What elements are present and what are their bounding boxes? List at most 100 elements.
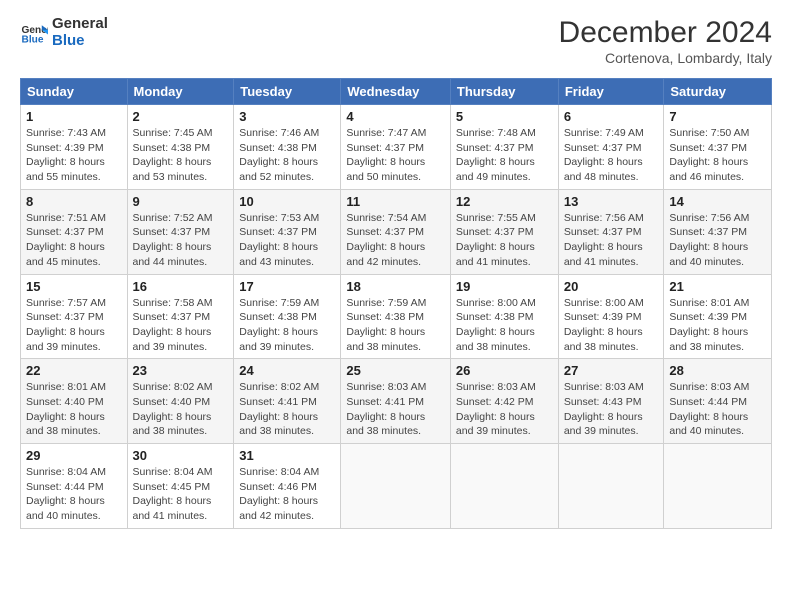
day-info: Sunrise: 7:56 AM Sunset: 4:37 PM Dayligh… bbox=[564, 211, 659, 270]
logo-icon: General Blue bbox=[20, 19, 48, 47]
calendar-cell: 7 Sunrise: 7:50 AM Sunset: 4:37 PM Daylig… bbox=[664, 105, 772, 190]
calendar-cell: 14 Sunrise: 7:56 AM Sunset: 4:37 PM Dayli… bbox=[664, 189, 772, 274]
calendar-cell: 22 Sunrise: 8:01 AM Sunset: 4:40 PM Dayli… bbox=[21, 359, 128, 444]
calendar-body: 1 Sunrise: 7:43 AM Sunset: 4:39 PM Daylig… bbox=[21, 105, 772, 529]
day-number: 24 bbox=[239, 363, 335, 378]
calendar-cell: 27 Sunrise: 8:03 AM Sunset: 4:43 PM Dayli… bbox=[558, 359, 664, 444]
calendar-cell: 1 Sunrise: 7:43 AM Sunset: 4:39 PM Daylig… bbox=[21, 105, 128, 190]
day-number: 7 bbox=[669, 109, 766, 124]
calendar-table: Sunday Monday Tuesday Wednesday Thursday… bbox=[20, 78, 772, 529]
day-info: Sunrise: 7:57 AM Sunset: 4:37 PM Dayligh… bbox=[26, 296, 122, 355]
day-number: 27 bbox=[564, 363, 659, 378]
day-number: 23 bbox=[133, 363, 229, 378]
day-number: 14 bbox=[669, 194, 766, 209]
day-number: 6 bbox=[564, 109, 659, 124]
col-wednesday: Wednesday bbox=[341, 79, 451, 105]
day-info: Sunrise: 7:58 AM Sunset: 4:37 PM Dayligh… bbox=[133, 296, 229, 355]
day-number: 21 bbox=[669, 279, 766, 294]
week-row-5: 29Sunrise: 8:04 AM Sunset: 4:44 PM Dayli… bbox=[21, 444, 772, 529]
day-number: 11 bbox=[346, 194, 445, 209]
location: Cortenova, Lombardy, Italy bbox=[559, 50, 772, 66]
day-number: 17 bbox=[239, 279, 335, 294]
col-sunday: Sunday bbox=[21, 79, 128, 105]
calendar-cell: 29Sunrise: 8:04 AM Sunset: 4:44 PM Dayli… bbox=[21, 444, 128, 529]
week-row-3: 15 Sunrise: 7:57 AM Sunset: 4:37 PM Dayli… bbox=[21, 274, 772, 359]
calendar-cell bbox=[558, 444, 664, 529]
weekday-header-row: Sunday Monday Tuesday Wednesday Thursday… bbox=[21, 79, 772, 105]
day-number: 30 bbox=[133, 448, 229, 463]
day-info: Sunrise: 8:02 AM Sunset: 4:41 PM Dayligh… bbox=[239, 380, 335, 439]
day-number: 12 bbox=[456, 194, 553, 209]
day-number: 10 bbox=[239, 194, 335, 209]
calendar-cell: 13Sunrise: 7:56 AM Sunset: 4:37 PM Dayli… bbox=[558, 189, 664, 274]
calendar-cell: 23 Sunrise: 8:02 AM Sunset: 4:40 PM Dayli… bbox=[127, 359, 234, 444]
col-saturday: Saturday bbox=[664, 79, 772, 105]
day-info: Sunrise: 7:43 AM Sunset: 4:39 PM Dayligh… bbox=[26, 126, 122, 185]
calendar-cell: 10Sunrise: 7:53 AM Sunset: 4:37 PM Dayli… bbox=[234, 189, 341, 274]
day-info: Sunrise: 8:00 AM Sunset: 4:38 PM Dayligh… bbox=[456, 296, 553, 355]
calendar-cell: 11 Sunrise: 7:54 AM Sunset: 4:37 PM Dayli… bbox=[341, 189, 451, 274]
day-info: Sunrise: 8:00 AM Sunset: 4:39 PM Dayligh… bbox=[564, 296, 659, 355]
day-number: 28 bbox=[669, 363, 766, 378]
calendar-cell: 9 Sunrise: 7:52 AM Sunset: 4:37 PM Daylig… bbox=[127, 189, 234, 274]
day-number: 16 bbox=[133, 279, 229, 294]
day-info: Sunrise: 8:03 AM Sunset: 4:42 PM Dayligh… bbox=[456, 380, 553, 439]
day-info: Sunrise: 7:46 AM Sunset: 4:38 PM Dayligh… bbox=[239, 126, 335, 185]
calendar-cell: 30Sunrise: 8:04 AM Sunset: 4:45 PM Dayli… bbox=[127, 444, 234, 529]
calendar-cell: 4Sunrise: 7:47 AM Sunset: 4:37 PM Daylig… bbox=[341, 105, 451, 190]
calendar-page: General Blue General Blue December 2024 … bbox=[0, 0, 792, 612]
calendar-cell: 20 Sunrise: 8:00 AM Sunset: 4:39 PM Dayli… bbox=[558, 274, 664, 359]
day-number: 15 bbox=[26, 279, 122, 294]
calendar-cell: 5Sunrise: 7:48 AM Sunset: 4:37 PM Daylig… bbox=[450, 105, 558, 190]
day-info: Sunrise: 7:45 AM Sunset: 4:38 PM Dayligh… bbox=[133, 126, 229, 185]
day-number: 19 bbox=[456, 279, 553, 294]
day-number: 26 bbox=[456, 363, 553, 378]
day-info: Sunrise: 7:49 AM Sunset: 4:37 PM Dayligh… bbox=[564, 126, 659, 185]
svg-text:Blue: Blue bbox=[22, 34, 44, 45]
calendar-cell bbox=[664, 444, 772, 529]
day-number: 25 bbox=[346, 363, 445, 378]
day-number: 18 bbox=[346, 279, 445, 294]
day-info: Sunrise: 7:56 AM Sunset: 4:37 PM Dayligh… bbox=[669, 211, 766, 270]
calendar-cell: 28 Sunrise: 8:03 AM Sunset: 4:44 PM Dayli… bbox=[664, 359, 772, 444]
day-info: Sunrise: 7:52 AM Sunset: 4:37 PM Dayligh… bbox=[133, 211, 229, 270]
week-row-4: 22 Sunrise: 8:01 AM Sunset: 4:40 PM Dayli… bbox=[21, 359, 772, 444]
calendar-cell: 31Sunrise: 8:04 AM Sunset: 4:46 PM Dayli… bbox=[234, 444, 341, 529]
logo-general: General bbox=[52, 16, 108, 33]
calendar-cell: 21Sunrise: 8:01 AM Sunset: 4:39 PM Dayli… bbox=[664, 274, 772, 359]
calendar-cell: 2Sunrise: 7:45 AM Sunset: 4:38 PM Daylig… bbox=[127, 105, 234, 190]
day-number: 3 bbox=[239, 109, 335, 124]
day-info: Sunrise: 8:03 AM Sunset: 4:44 PM Dayligh… bbox=[669, 380, 766, 439]
day-info: Sunrise: 7:54 AM Sunset: 4:37 PM Dayligh… bbox=[346, 211, 445, 270]
day-info: Sunrise: 8:04 AM Sunset: 4:46 PM Dayligh… bbox=[239, 465, 335, 524]
day-info: Sunrise: 7:59 AM Sunset: 4:38 PM Dayligh… bbox=[239, 296, 335, 355]
col-thursday: Thursday bbox=[450, 79, 558, 105]
logo-blue: Blue bbox=[52, 33, 108, 50]
col-friday: Friday bbox=[558, 79, 664, 105]
day-number: 4 bbox=[346, 109, 445, 124]
day-info: Sunrise: 7:48 AM Sunset: 4:37 PM Dayligh… bbox=[456, 126, 553, 185]
calendar-cell: 17 Sunrise: 7:59 AM Sunset: 4:38 PM Dayli… bbox=[234, 274, 341, 359]
calendar-cell: 25Sunrise: 8:03 AM Sunset: 4:41 PM Dayli… bbox=[341, 359, 451, 444]
calendar-cell bbox=[341, 444, 451, 529]
day-number: 22 bbox=[26, 363, 122, 378]
day-number: 20 bbox=[564, 279, 659, 294]
calendar-cell: 3 Sunrise: 7:46 AM Sunset: 4:38 PM Daylig… bbox=[234, 105, 341, 190]
day-info: Sunrise: 8:01 AM Sunset: 4:40 PM Dayligh… bbox=[26, 380, 122, 439]
month-year: December 2024 bbox=[559, 16, 772, 50]
day-info: Sunrise: 8:02 AM Sunset: 4:40 PM Dayligh… bbox=[133, 380, 229, 439]
day-info: Sunrise: 7:51 AM Sunset: 4:37 PM Dayligh… bbox=[26, 211, 122, 270]
calendar-cell: 15 Sunrise: 7:57 AM Sunset: 4:37 PM Dayli… bbox=[21, 274, 128, 359]
day-info: Sunrise: 7:50 AM Sunset: 4:37 PM Dayligh… bbox=[669, 126, 766, 185]
day-number: 1 bbox=[26, 109, 122, 124]
calendar-cell: 8Sunrise: 7:51 AM Sunset: 4:37 PM Daylig… bbox=[21, 189, 128, 274]
calendar-cell: 12Sunrise: 7:55 AM Sunset: 4:37 PM Dayli… bbox=[450, 189, 558, 274]
day-info: Sunrise: 8:03 AM Sunset: 4:43 PM Dayligh… bbox=[564, 380, 659, 439]
day-info: Sunrise: 7:59 AM Sunset: 4:38 PM Dayligh… bbox=[346, 296, 445, 355]
logo: General Blue General Blue bbox=[20, 16, 108, 49]
day-info: Sunrise: 8:04 AM Sunset: 4:44 PM Dayligh… bbox=[26, 465, 122, 524]
calendar-cell: 6 Sunrise: 7:49 AM Sunset: 4:37 PM Daylig… bbox=[558, 105, 664, 190]
week-row-1: 1 Sunrise: 7:43 AM Sunset: 4:39 PM Daylig… bbox=[21, 105, 772, 190]
col-monday: Monday bbox=[127, 79, 234, 105]
day-number: 9 bbox=[133, 194, 229, 209]
